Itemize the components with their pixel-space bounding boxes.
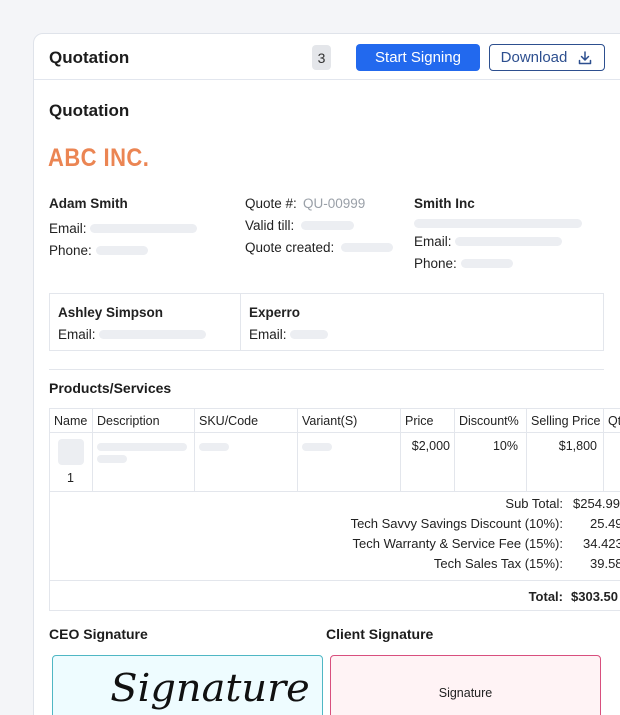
- ceo-signature-box[interactable]: Signature: [52, 655, 323, 715]
- column-header: Name: [49, 408, 93, 433]
- column-header: Description: [92, 408, 195, 433]
- tax-label: Tech Sales Tax (15%):: [433, 556, 563, 571]
- cell-qty: [603, 432, 620, 492]
- totals-divider: [50, 580, 620, 581]
- client-signature-box[interactable]: Signature: [330, 655, 601, 715]
- quote-created-label: Quote created:: [245, 240, 335, 255]
- column-header: Selling Price: [526, 408, 604, 433]
- sku-placeholder: [199, 443, 229, 451]
- grand-total-value: $303.50: [571, 589, 618, 604]
- column-header: Qty: [603, 408, 620, 433]
- sender-phone-placeholder: [96, 246, 148, 255]
- cell-variant: [297, 432, 401, 492]
- description-placeholder: [97, 455, 127, 463]
- valid-till-placeholder: [301, 221, 354, 230]
- client-signature-title: Client Signature: [326, 626, 434, 642]
- count-badge: 3: [312, 45, 331, 70]
- download-button[interactable]: Download: [489, 44, 605, 71]
- recipients-divider: [240, 294, 241, 350]
- client-phone-label: Phone:: [414, 256, 457, 271]
- description-placeholder: [97, 443, 187, 451]
- document-title: Quotation: [49, 101, 130, 120]
- column-header: Variant(S): [297, 408, 401, 433]
- quote-number-value: QU-00999: [303, 196, 366, 211]
- recipient-2-email-placeholder: [290, 330, 328, 339]
- table-row: 1 $2,000 10% $1,800: [49, 432, 620, 492]
- client-name: Smith Inc: [414, 196, 475, 211]
- recipient-1-name: Ashley Simpson: [58, 305, 164, 320]
- ceo-signature: Signature: [110, 666, 310, 710]
- client-signature-placeholder: Signature: [438, 686, 493, 700]
- client-email-placeholder: [455, 237, 562, 246]
- tax-value: 39.58: [590, 556, 620, 571]
- discount-label: Tech Savvy Savings Discount (10%):: [350, 516, 563, 531]
- totals-block: Sub Total: $254.99 Tech Savvy Savings Di…: [49, 485, 620, 611]
- quote-number-label: Quote #:: [245, 196, 297, 211]
- sender-email-label: Email:: [49, 221, 87, 236]
- service-fee-label: Tech Warranty & Service Fee (15%):: [352, 536, 563, 551]
- recipient-2-email-label: Email:: [249, 327, 287, 342]
- subtotal-value: $254.99: [573, 496, 620, 511]
- column-header: SKU/Code: [194, 408, 298, 433]
- products-section-title: Products/Services: [49, 380, 172, 396]
- company-logo: ABC INC.: [48, 144, 150, 172]
- start-signing-button[interactable]: Start Signing: [356, 44, 480, 71]
- cell-selling-price: $1,800: [526, 432, 604, 492]
- table-header-row: Name Description SKU/Code Variant(S) Pri…: [49, 408, 620, 433]
- cell-discount: 10%: [454, 432, 527, 492]
- section-divider: [49, 369, 604, 370]
- recipient-1-email-label: Email:: [58, 327, 96, 342]
- valid-till-label: Valid till:: [245, 218, 295, 233]
- ceo-signature-title: CEO Signature: [49, 626, 148, 642]
- recipient-1-email-placeholder: [99, 330, 206, 339]
- row-index: 1: [67, 471, 74, 485]
- products-table: Name Description SKU/Code Variant(S) Pri…: [49, 408, 620, 492]
- top-bar: Quotation 3 Start Signing Download: [34, 34, 620, 80]
- column-header: Discount%: [454, 408, 527, 433]
- service-fee-value: 34.423: [583, 536, 620, 551]
- sender-name: Adam Smith: [49, 196, 128, 211]
- recipients-box: Ashley Simpson Email: Experro Email:: [49, 293, 604, 351]
- sender-email-placeholder: [90, 224, 197, 233]
- cell-name: 1: [49, 432, 93, 492]
- cell-sku: [194, 432, 298, 492]
- client-email-label: Email:: [414, 234, 452, 249]
- quote-created-placeholder: [341, 243, 393, 252]
- subtotal-label: Sub Total:: [505, 496, 563, 511]
- discount-value: 25.49: [590, 516, 620, 531]
- client-address-placeholder: [414, 219, 582, 228]
- quotation-card: Quotation 3 Start Signing Download Quota…: [33, 33, 620, 715]
- column-header: Price: [400, 408, 455, 433]
- download-button-label: Download: [500, 49, 568, 66]
- grand-total-label: Total:: [528, 589, 563, 604]
- cell-price: $2,000: [400, 432, 455, 492]
- product-thumbnail: [58, 439, 84, 465]
- cell-description: [92, 432, 195, 492]
- client-phone-placeholder: [461, 259, 513, 268]
- topbar-title: Quotation: [49, 48, 130, 67]
- variant-placeholder: [302, 443, 332, 451]
- recipient-2-name: Experro: [249, 305, 301, 320]
- sender-phone-label: Phone:: [49, 243, 92, 258]
- download-icon: [579, 50, 592, 64]
